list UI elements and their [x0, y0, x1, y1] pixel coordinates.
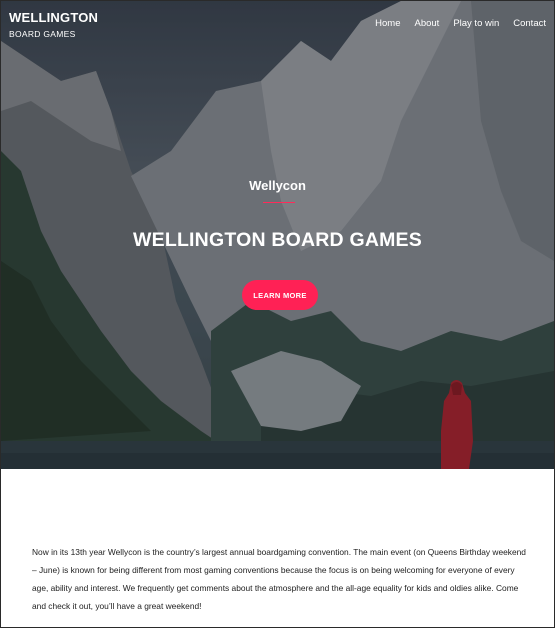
intro-paragraph: Now in its 13th year Wellycon is the cou… — [32, 547, 526, 611]
nav-home[interactable]: Home — [375, 18, 400, 29]
site-brand[interactable]: WELLINGTON BOARD GAMES — [9, 10, 98, 39]
hero-section: WELLINGTON BOARD GAMES Home About Play t… — [1, 1, 554, 469]
hero-eyebrow: Wellycon — [249, 178, 306, 193]
page-frame: WELLINGTON BOARD GAMES Home About Play t… — [0, 0, 555, 628]
hero-headline: WELLINGTON BOARD GAMES — [133, 229, 422, 251]
nav-play-to-win[interactable]: Play to win — [453, 18, 499, 29]
nav-contact[interactable]: Contact — [513, 18, 546, 29]
brand-subtitle: BOARD GAMES — [9, 29, 76, 39]
hero-divider — [263, 202, 295, 203]
intro-section: Now in its 13th year Wellycon is the cou… — [1, 469, 554, 627]
learn-more-button[interactable]: LEARN MORE — [242, 280, 318, 310]
brand-name: WELLINGTON — [9, 10, 99, 25]
nav-about[interactable]: About — [414, 18, 439, 29]
main-nav: Home About Play to win Contact — [375, 18, 546, 29]
